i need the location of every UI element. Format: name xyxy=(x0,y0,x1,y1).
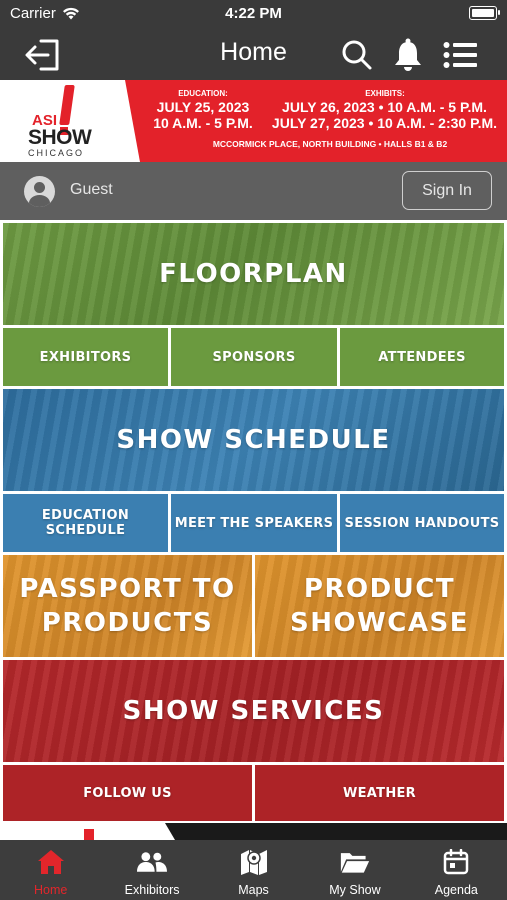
logo-city-text: CHICAGO xyxy=(28,148,85,158)
tile-product-line1: PRODUCT xyxy=(303,574,456,604)
tile-exhibitors-label: EXHIBITORS xyxy=(39,349,132,365)
tab-exhibitors[interactable]: Exhibitors xyxy=(101,840,202,900)
tab-home[interactable]: Home xyxy=(0,840,101,900)
home-tiles: FLOORPLAN EXHIBITORS SPONSORS ATTENDEES … xyxy=(0,220,507,840)
avatar xyxy=(24,176,55,207)
sign-in-button[interactable]: Sign In xyxy=(402,171,492,210)
tile-meet-the-speakers[interactable]: MEET THE SPEAKERS xyxy=(171,494,337,552)
tile-passport-line2: PRODUCTS xyxy=(41,608,214,638)
tile-follow-us-label: FOLLOW US xyxy=(83,785,172,801)
tile-exhibitors[interactable]: EXHIBITORS xyxy=(3,328,168,386)
tile-passport-line1: PASSPORT TO xyxy=(19,574,236,604)
status-bar: Carrier 4:22 PM xyxy=(0,0,507,30)
guest-bar: Guest Sign In xyxy=(0,162,507,220)
calendar-icon xyxy=(441,848,471,876)
tile-passport-to-products[interactable]: PASSPORT TO PRODUCTS xyxy=(3,555,252,657)
list-icon[interactable] xyxy=(441,36,479,74)
education-hours: 10 A.M. - 5 P.M. xyxy=(153,115,253,131)
avatar-head xyxy=(34,182,45,193)
tab-home-label: Home xyxy=(34,883,68,897)
tile-attendees[interactable]: ATTENDEES xyxy=(340,328,504,386)
avatar-body xyxy=(29,195,50,207)
tile-product-line2: SHOWCASE xyxy=(290,608,469,638)
exhibits-label: EXHIBITS: xyxy=(365,89,405,98)
tab-maps-label: Maps xyxy=(238,883,269,897)
folder-icon xyxy=(340,848,370,876)
education-label: EDUCATION: xyxy=(178,89,228,98)
tile-education-schedule[interactable]: EDUCATION SCHEDULE xyxy=(3,494,168,552)
venue-text: MCCORMICK PLACE, NORTH BUILDING • HALLS … xyxy=(212,139,448,149)
home-icon xyxy=(36,848,66,876)
tile-weather[interactable]: WEATHER xyxy=(255,765,504,821)
map-icon xyxy=(239,848,269,876)
tile-show-schedule[interactable]: SHOW SCHEDULE xyxy=(3,389,504,491)
promo-logo-mark xyxy=(84,829,94,840)
tile-show-schedule-label: SHOW SCHEDULE xyxy=(116,425,391,455)
tile-floorplan-label: FLOORPLAN xyxy=(159,259,348,289)
show-logo: ASI SHOW CHICAGO xyxy=(0,80,140,162)
tile-follow-us[interactable]: FOLLOW US xyxy=(3,765,252,821)
promo-strip[interactable] xyxy=(0,823,507,840)
tile-session-handouts-label: SESSION HANDOUTS xyxy=(344,515,500,531)
tile-sponsors-label: SPONSORS xyxy=(212,349,296,365)
tile-product-showcase[interactable]: PRODUCT SHOWCASE xyxy=(255,555,504,657)
tile-show-services-label: SHOW SERVICES xyxy=(122,696,385,726)
tile-meet-the-speakers-label: MEET THE SPEAKERS xyxy=(174,515,334,531)
logo-exclamation xyxy=(59,85,75,125)
tab-maps[interactable]: Maps xyxy=(203,840,304,900)
exhibits-day1: JULY 26, 2023 • 10 A.M. - 5 P.M. xyxy=(282,99,487,115)
tile-sponsors[interactable]: SPONSORS xyxy=(171,328,337,386)
tab-my-show[interactable]: My Show xyxy=(304,840,405,900)
tab-my-show-label: My Show xyxy=(329,883,381,897)
people-icon xyxy=(137,848,168,876)
event-banner[interactable]: ASI SHOW CHICAGO EDUCATION: JULY 25, 202… xyxy=(0,80,507,162)
tile-show-services[interactable]: SHOW SERVICES xyxy=(3,660,504,762)
tile-attendees-label: ATTENDEES xyxy=(378,349,466,365)
clock: 4:22 PM xyxy=(225,5,282,22)
page-title: Home xyxy=(220,38,287,66)
bell-icon[interactable] xyxy=(389,36,427,74)
tile-floorplan[interactable]: FLOORPLAN xyxy=(3,223,504,325)
nav-bar: Home xyxy=(0,30,507,80)
logo-show-text: SHOW xyxy=(28,126,92,149)
tab-bar: Home Exhibitors Maps My Show Agenda xyxy=(0,840,507,900)
tab-agenda-label: Agenda xyxy=(434,883,478,897)
tile-weather-label: WEATHER xyxy=(342,785,416,801)
tab-agenda[interactable]: Agenda xyxy=(406,840,507,900)
guest-name: Guest xyxy=(70,181,113,198)
tile-session-handouts[interactable]: SESSION HANDOUTS xyxy=(340,494,504,552)
exhibits-day2: JULY 27, 2023 • 10 A.M. - 2:30 P.M. xyxy=(271,115,498,131)
education-date: JULY 25, 2023 xyxy=(156,99,250,115)
tab-exhibitors-label: Exhibitors xyxy=(124,883,180,897)
search-icon[interactable] xyxy=(338,36,376,74)
tile-education-schedule-label: EDUCATION SCHEDULE xyxy=(41,508,130,538)
battery-icon xyxy=(469,6,500,20)
